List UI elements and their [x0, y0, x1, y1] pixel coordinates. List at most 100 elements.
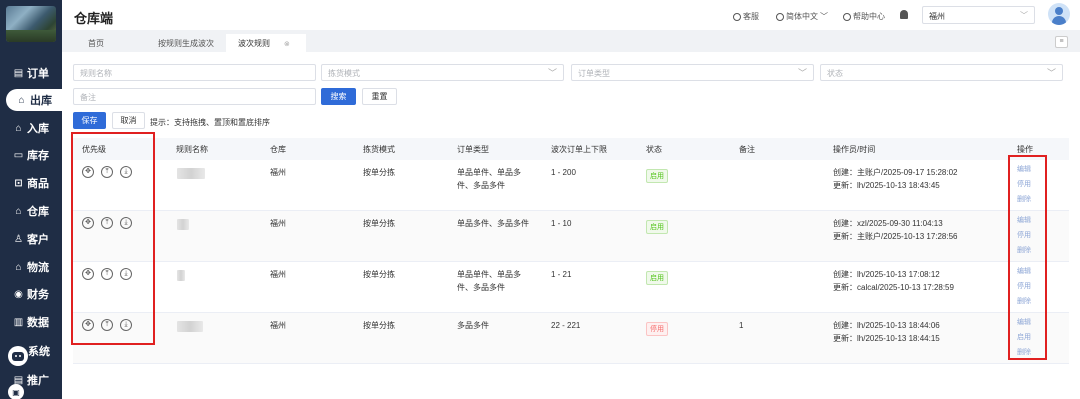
- cell-wave-limit: 22 - 221: [551, 321, 581, 330]
- sidebar-item-0[interactable]: ▤ 订单: [0, 62, 62, 84]
- cell-warehouse: 福州: [270, 321, 286, 330]
- cancel-button[interactable]: 取消: [112, 112, 145, 129]
- tab-wave-rules[interactable]: 波次规则 ⊗: [226, 34, 306, 52]
- cell-order-type: 单品单件、单品多: [457, 168, 521, 177]
- sidebar-item-1[interactable]: ⌂ 出库: [6, 89, 62, 111]
- rule-name-placeholder: 规则名称: [80, 69, 112, 78]
- table-row: ✥ ⤒ ⤓ 福州 按单分拣 多品多件 22 - 221 停用 1 创建：lh/2025-10-13…: [73, 313, 1069, 364]
- reset-button[interactable]: 重置: [362, 88, 397, 105]
- sidebar-item-label: 入库: [27, 123, 49, 135]
- sidebar-item-6[interactable]: ♙ 客户: [0, 228, 62, 250]
- col-wave-limit: 波次订单上下限: [551, 145, 607, 154]
- bell-icon[interactable]: [900, 10, 908, 19]
- feedback-icon[interactable]: ▣: [8, 384, 24, 399]
- sidebar-item-9[interactable]: ▥ 数据: [0, 311, 62, 333]
- chevron-down-icon: ﹀: [1020, 11, 1028, 20]
- app-title: 仓库端: [74, 11, 114, 26]
- outbound-icon: ⌂: [18, 94, 25, 106]
- cell-pick-mode: 按单分拣: [363, 321, 395, 330]
- cell-updated: 更新：calcal/2025-10-13 17:28:59: [833, 283, 954, 292]
- rule-name-redacted: [177, 219, 189, 230]
- sidebar-item-label: 客户: [27, 234, 49, 246]
- table-header: 优先级 规则名称 仓库 拣货模式 订单类型 波次订单上下限 状态 备注 操作员/…: [73, 138, 1069, 160]
- pick-mode-select[interactable]: 拣货模式 ﹀: [321, 64, 564, 81]
- sidebar-item-2[interactable]: ⌂ 入库: [0, 117, 62, 139]
- chevron-down-icon: ﹀: [547, 68, 557, 78]
- sidebar-item-label: 出库: [30, 95, 52, 107]
- finance-icon: ◉: [14, 288, 23, 300]
- help-center-link[interactable]: 帮助中心: [843, 11, 885, 22]
- cell-updated: 更新：主账户/2025-10-13 17:28:56: [833, 232, 958, 241]
- close-icon[interactable]: ⊗: [284, 41, 290, 48]
- status-badge: 启用: [646, 220, 668, 234]
- logistics-icon: ⌂: [15, 261, 22, 273]
- status-badge: 启用: [646, 169, 668, 183]
- order-type-select[interactable]: 订单类型 ﹀: [571, 64, 814, 81]
- pick-mode-placeholder: 拣货模式: [328, 69, 360, 78]
- goods-icon: ⊡: [14, 177, 23, 189]
- tab-generate-wave[interactable]: 按规则生成波次: [146, 34, 226, 52]
- cell-created: 创建：lh/2025-10-13 17:08:12: [833, 270, 940, 279]
- warehouse-icon: ⌂: [15, 205, 22, 217]
- sidebar-item-label: 推广: [27, 375, 49, 387]
- sidebar-item-4[interactable]: ⊡ 商品: [0, 172, 62, 194]
- assistant-bot-icon[interactable]: [8, 346, 28, 366]
- remark-input[interactable]: 备注: [73, 88, 316, 105]
- col-rule-name: 规则名称: [176, 145, 208, 154]
- cell-updated: 更新：lh/2025-10-13 18:44:15: [833, 334, 940, 343]
- sidebar-item-5[interactable]: ⌂ 仓库: [0, 200, 62, 222]
- cell-order-type: 单品单件、单品多: [457, 270, 521, 279]
- actions-highlight-box: [1008, 155, 1047, 360]
- warehouse-select-value: 福州: [929, 12, 945, 21]
- sidebar: ▤ 订单 ⌂ 出库 ⌂ 入库 ▭ 库存 ⊡ 商品 ⌂ 仓库 ♙ 客户 ⌂ 物流 ◉ 财务 ▥ 数据 系统 ▤ 推广 ▣: [0, 0, 62, 399]
- cell-warehouse: 福州: [270, 219, 286, 228]
- sidebar-item-label: 数据: [27, 317, 49, 329]
- sidebar-item-7[interactable]: ⌂ 物流: [0, 256, 62, 278]
- search-button[interactable]: 搜索: [321, 88, 356, 105]
- status-badge: 停用: [646, 322, 668, 336]
- tab-home-label: 首页: [88, 39, 104, 48]
- cell-warehouse: 福州: [270, 168, 286, 177]
- tab-bar: 首页 按规则生成波次 波次规则 ⊗ ≡: [62, 30, 1080, 52]
- inventory-icon: ▭: [13, 149, 24, 161]
- remark-placeholder: 备注: [80, 93, 96, 102]
- status-placeholder: 状态: [827, 69, 843, 78]
- cell-updated: 更新：lh/2025-10-13 18:43:45: [833, 181, 940, 190]
- tab-generate-wave-label: 按规则生成波次: [158, 39, 214, 48]
- cell-order-type-line2: 件、多品多件: [457, 181, 505, 190]
- cell-pick-mode: 按单分拣: [363, 168, 395, 177]
- col-warehouse: 仓库: [270, 145, 286, 154]
- rule-name-redacted: [177, 168, 205, 179]
- col-pick-mode: 拣货模式: [363, 145, 395, 154]
- language-label: 简体中文: [786, 12, 818, 21]
- sidebar-item-8[interactable]: ◉ 财务: [0, 283, 62, 305]
- user-avatar[interactable]: [1048, 3, 1070, 25]
- cell-created: 创建：xzl/2025-09-30 11:04:13: [833, 219, 943, 228]
- customer-service-link[interactable]: 客服: [733, 11, 759, 22]
- warehouse-select[interactable]: 福州 ﹀: [922, 6, 1035, 24]
- language-switch[interactable]: 简体中文 ﹀: [776, 11, 828, 22]
- sidebar-item-label: 财务: [27, 289, 49, 301]
- status-select[interactable]: 状态 ﹀: [820, 64, 1063, 81]
- priority-highlight-box: [71, 132, 155, 345]
- sidebar-item-label: 订单: [27, 68, 49, 80]
- sort-tip: 提示：支持拖拽、置顶和置底排序: [150, 118, 270, 127]
- tab-menu-icon[interactable]: ≡: [1055, 36, 1068, 48]
- customer-service-label: 客服: [743, 12, 759, 21]
- cell-order-type: 单品多件、多品多件: [457, 219, 529, 228]
- cell-order-type: 多品多件: [457, 321, 489, 330]
- status-badge: 启用: [646, 271, 668, 285]
- save-button[interactable]: 保存: [73, 112, 106, 129]
- rule-name-redacted: [177, 270, 185, 281]
- customer-icon: ♙: [14, 233, 23, 245]
- receipt-icon: ▤: [13, 67, 24, 79]
- top-header: 仓库端 客服 简体中文 ﹀ 帮助中心 福州 ﹀: [62, 0, 1080, 30]
- sidebar-item-3[interactable]: ▭ 库存: [0, 144, 62, 166]
- rule-name-input[interactable]: 规则名称: [73, 64, 316, 81]
- tab-home[interactable]: 首页: [76, 34, 116, 52]
- col-status: 状态: [646, 145, 662, 154]
- col-actions: 操作: [1017, 145, 1033, 154]
- cell-created: 创建：lh/2025-10-13 18:44:06: [833, 321, 940, 330]
- globe-icon: [776, 12, 784, 21]
- sidebar-item-label: 系统: [28, 346, 50, 358]
